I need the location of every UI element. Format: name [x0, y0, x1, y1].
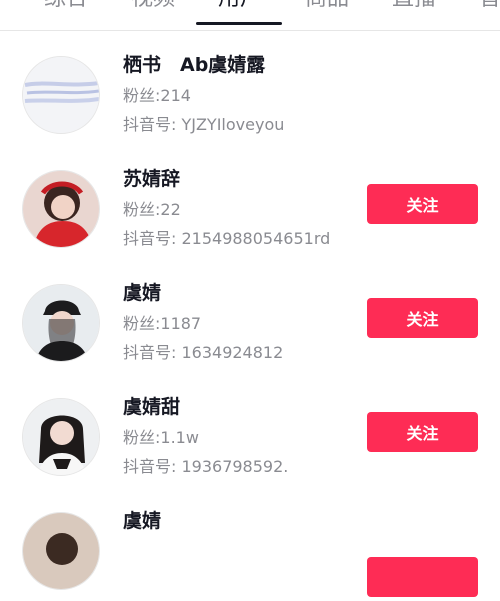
user-douyin-id: 抖音号: 2154988054651rd — [123, 229, 331, 248]
user-fans-count: 粉丝:1.1w — [123, 428, 199, 447]
user-douyin-id: 抖音号: 1634924812 — [123, 343, 284, 362]
user-douyin-id: 抖音号: 1936798592. — [123, 457, 289, 476]
user-row[interactable]: 苏婧辞 粉丝:22 抖音号: 2154988054651rd 关注 — [0, 145, 500, 259]
user-name[interactable]: 虞婧甜 — [123, 395, 180, 419]
avatar-photo-icon — [23, 513, 99, 589]
follow-button[interactable]: 关注 — [367, 412, 478, 452]
user-avatar[interactable] — [22, 284, 100, 362]
tab-live[interactable]: 直播 — [392, 0, 436, 12]
user-name[interactable]: 栖书 Ab虞婧露 — [123, 53, 265, 77]
user-avatar[interactable] — [22, 512, 100, 590]
tab-videos[interactable]: 视频 — [131, 0, 175, 12]
user-row[interactable]: 虞婧 粉丝:1187 抖音号: 1634924812 关注 — [0, 259, 500, 373]
search-tab-bar: 综合 视频 用户 商品 直播 音 — [0, 0, 500, 31]
follow-button[interactable]: 关注 — [367, 298, 478, 338]
follow-button[interactable] — [367, 557, 478, 597]
user-douyin-id: 抖音号: YJZYIloveyou — [123, 115, 285, 134]
tab-products[interactable]: 商品 — [305, 0, 349, 12]
user-row[interactable]: 栖书 Ab虞婧露 粉丝:214 抖音号: YJZYIloveyou — [0, 31, 500, 145]
tab-comprehensive[interactable]: 综合 — [44, 0, 88, 12]
user-name[interactable]: 虞婧 — [123, 509, 161, 533]
avatar-photo-icon — [23, 399, 99, 475]
user-row[interactable]: 虞婧甜 粉丝:1.1w 抖音号: 1936798592. 关注 — [0, 373, 500, 487]
user-avatar[interactable] — [22, 56, 100, 134]
avatar-photo-icon — [23, 285, 99, 361]
tab-music[interactable]: 音 — [479, 0, 500, 12]
user-fans-count: 粉丝:1187 — [123, 314, 202, 333]
user-avatar[interactable] — [22, 170, 100, 248]
user-name[interactable]: 虞婧 — [123, 281, 161, 305]
user-name[interactable]: 苏婧辞 — [123, 167, 180, 191]
user-fans-count: 粉丝:214 — [123, 86, 191, 105]
active-tab-indicator — [196, 22, 282, 25]
user-avatar[interactable] — [22, 398, 100, 476]
follow-button[interactable]: 关注 — [367, 184, 478, 224]
user-fans-count: 粉丝:22 — [123, 200, 181, 219]
user-row[interactable]: 虞婧 — [0, 487, 500, 601]
avatar-placeholder-icon — [23, 57, 99, 133]
avatar-photo-icon — [23, 171, 99, 247]
tab-users[interactable]: 用户 — [218, 0, 262, 12]
